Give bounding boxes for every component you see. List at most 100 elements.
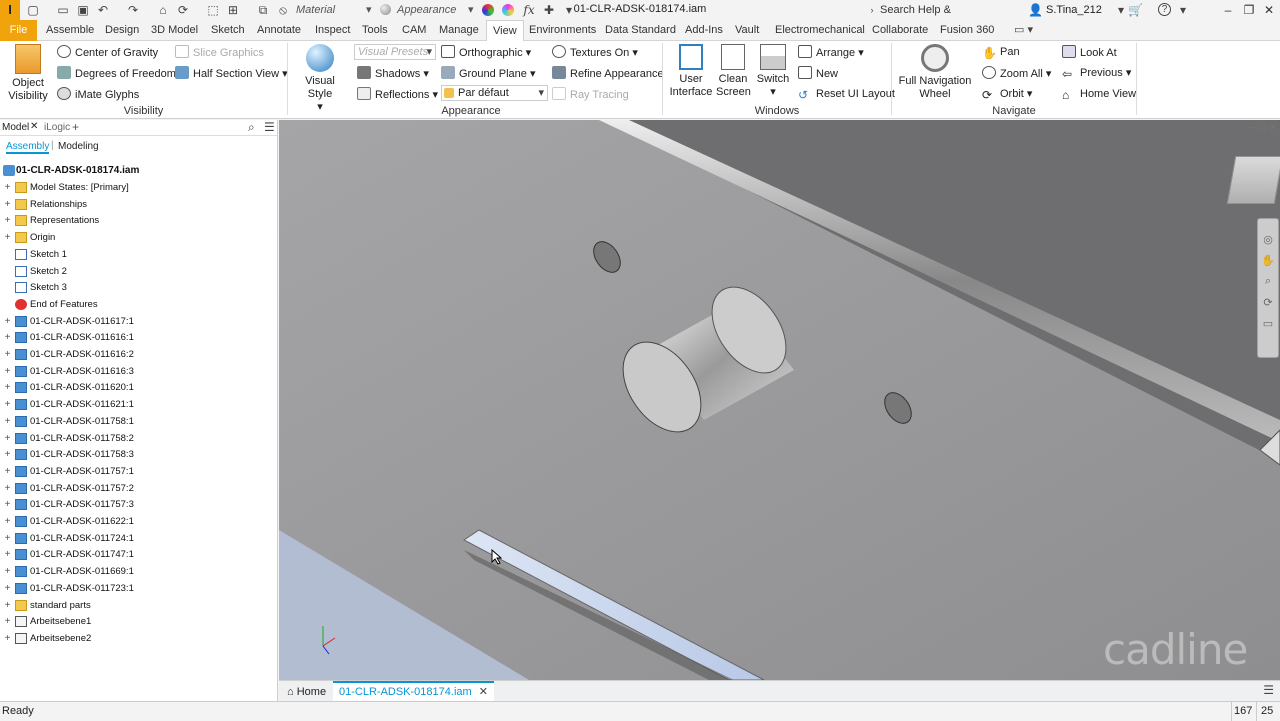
undo-icon[interactable]: ↶ bbox=[96, 3, 110, 17]
close-tab-icon[interactable]: ✕ bbox=[479, 686, 488, 698]
tab-data-standard[interactable]: Data Standard bbox=[599, 20, 682, 41]
expand-icon[interactable]: + bbox=[3, 600, 12, 610]
model-canvas[interactable] bbox=[279, 120, 1280, 680]
expand-icon[interactable]: + bbox=[3, 216, 12, 226]
reset-ui-layout-button[interactable]: ↺ Reset UI Layout bbox=[798, 87, 895, 102]
expand-icon[interactable]: + bbox=[3, 400, 12, 410]
help-menu-chevron-icon[interactable]: ▾ bbox=[1176, 3, 1190, 17]
graphics-viewport[interactable]: ◎ ✋ ⌕ ⟳ ▭ — ▢ ✕ cadline bbox=[279, 120, 1280, 680]
search-icon[interactable]: ⌕ bbox=[248, 120, 255, 135]
redo-icon[interactable]: ↷ bbox=[126, 3, 140, 17]
orbit-button[interactable]: ⟳ Orbit ▾ bbox=[982, 87, 1032, 102]
expand-icon[interactable]: + bbox=[3, 533, 12, 543]
expand-icon[interactable]: + bbox=[3, 233, 12, 243]
qat-more-icon[interactable]: ▾ bbox=[562, 3, 576, 17]
ray-tracing-button[interactable]: Ray Tracing bbox=[552, 87, 629, 102]
tab-ilogic[interactable]: iLogic bbox=[44, 122, 70, 133]
expand-icon[interactable]: + bbox=[3, 567, 12, 577]
tab-annotate[interactable]: Annotate bbox=[251, 20, 307, 41]
expand-icon[interactable]: + bbox=[3, 183, 12, 193]
tab-add-ins[interactable]: Add-Ins bbox=[679, 20, 729, 41]
look-at-button[interactable]: Look At bbox=[1062, 45, 1117, 60]
expand-icon[interactable]: + bbox=[3, 633, 12, 643]
expand-icon[interactable]: + bbox=[3, 466, 12, 476]
material-combo[interactable]: Material ▾ bbox=[296, 2, 374, 18]
tab-environments[interactable]: Environments bbox=[523, 20, 602, 41]
properties-icon[interactable]: ⧉ bbox=[256, 3, 270, 17]
expand-icon[interactable]: + bbox=[3, 517, 12, 527]
expand-icon[interactable]: + bbox=[3, 316, 12, 326]
new-file-icon[interactable]: ▢ bbox=[26, 3, 40, 17]
expand-icon[interactable]: + bbox=[3, 583, 12, 593]
save-icon[interactable]: ▣ bbox=[76, 3, 90, 17]
tab-view[interactable]: View bbox=[486, 20, 524, 42]
expand-icon[interactable]: + bbox=[3, 416, 12, 426]
shadows-button[interactable]: Shadows ▾ bbox=[357, 66, 429, 81]
orbit-icon[interactable]: ⟳ bbox=[1258, 296, 1278, 309]
add-tab-icon[interactable]: + bbox=[72, 120, 79, 134]
navigation-bar[interactable]: ◎ ✋ ⌕ ⟳ ▭ bbox=[1257, 218, 1279, 358]
help-icon[interactable]: ? bbox=[1158, 3, 1171, 16]
view-cube[interactable] bbox=[1226, 156, 1280, 204]
half-section-view-button[interactable]: Half Section View ▾ bbox=[175, 66, 288, 81]
search-commands-input[interactable]: Search Help & Commands... bbox=[866, 2, 1016, 32]
user-name[interactable]: S.Tina_212 bbox=[1046, 2, 1102, 18]
refine-appearance-button[interactable]: Refine Appearance bbox=[552, 66, 664, 81]
tab-list-menu-icon[interactable]: ☰ bbox=[1263, 683, 1274, 697]
tab-3d-model[interactable]: 3D Model bbox=[145, 20, 204, 41]
home-view-button[interactable]: ⌂ Home View bbox=[1062, 87, 1136, 102]
restore-icon[interactable]: ❐ bbox=[1240, 2, 1258, 18]
expand-icon[interactable]: + bbox=[3, 450, 12, 460]
tab-fusion-360[interactable]: Fusion 360 bbox=[934, 20, 1000, 41]
expand-icon[interactable]: + bbox=[3, 383, 12, 393]
tab-design[interactable]: Design bbox=[99, 20, 145, 41]
expand-icon[interactable]: + bbox=[3, 500, 12, 510]
tab-manage[interactable]: Manage bbox=[433, 20, 485, 41]
close-icon[interactable]: ✕ bbox=[1260, 2, 1278, 18]
update-icon[interactable]: ⟳ bbox=[176, 3, 190, 17]
expand-icon[interactable]: + bbox=[3, 350, 12, 360]
tab-electromechanical[interactable]: Electromechanical bbox=[769, 20, 871, 41]
active-document-tab[interactable]: 01-CLR-ADSK-018174.iam ✕ bbox=[333, 681, 494, 702]
fx-icon[interactable]: fx bbox=[522, 3, 536, 17]
tab-collaborate[interactable]: Collaborate bbox=[866, 20, 934, 41]
zoom-all-button[interactable]: Zoom All ▾ bbox=[982, 66, 1051, 81]
ground-plane-button[interactable]: Ground Plane ▾ bbox=[441, 66, 535, 81]
lighting-style-combo[interactable]: Par défaut ▾ bbox=[441, 85, 548, 101]
tab-model[interactable]: Model bbox=[2, 122, 29, 133]
pan-button[interactable]: ✋ Pan bbox=[982, 45, 1020, 60]
full-navigation-wheel-button[interactable]: Full Navigation Wheel bbox=[896, 44, 974, 101]
tab-file[interactable]: File bbox=[0, 20, 37, 41]
degrees-of-freedom-button[interactable]: Degrees of Freedom bbox=[57, 66, 176, 81]
tab-cam[interactable]: CAM bbox=[396, 20, 432, 41]
adjust-appearance-icon[interactable] bbox=[502, 4, 514, 16]
pan-hand-icon[interactable]: ✋ bbox=[1258, 254, 1278, 267]
object-visibility-button[interactable]: Object Visibility bbox=[6, 44, 50, 103]
user-menu-chevron-icon[interactable]: ▾ bbox=[1114, 3, 1128, 17]
nav-wheel-icon[interactable]: ◎ bbox=[1258, 233, 1278, 246]
tab-modeling[interactable]: Modeling bbox=[58, 141, 99, 152]
add-icon[interactable]: ✚ bbox=[542, 3, 556, 17]
tab-vault[interactable]: Vault bbox=[729, 20, 765, 41]
expand-icon[interactable]: + bbox=[3, 333, 12, 343]
reflections-button[interactable]: Reflections ▾ bbox=[357, 87, 438, 102]
tab-sketch[interactable]: Sketch bbox=[205, 20, 251, 41]
tab-tools[interactable]: Tools bbox=[356, 20, 394, 41]
color-wheel-icon[interactable] bbox=[482, 4, 494, 16]
expand-icon[interactable]: + bbox=[3, 433, 12, 443]
measure-icon[interactable]: ⊞ bbox=[226, 3, 240, 17]
visual-style-button[interactable]: Visual Style ▾ bbox=[292, 44, 348, 114]
tab-inspect[interactable]: Inspect bbox=[309, 20, 356, 41]
arrange-button[interactable]: Arrange ▾ bbox=[798, 45, 864, 60]
center-of-gravity-button[interactable]: Center of Gravity bbox=[57, 45, 158, 60]
expand-icon[interactable]: + bbox=[3, 366, 12, 376]
tab-assembly[interactable]: Assembly bbox=[6, 141, 50, 154]
textures-on-button[interactable]: Textures On ▾ bbox=[552, 45, 638, 60]
expand-icon[interactable]: + bbox=[3, 617, 12, 627]
appearance-combo[interactable]: Appearance ▾ bbox=[380, 2, 478, 18]
cart-icon[interactable]: 🛒 bbox=[1128, 3, 1143, 17]
expand-icon[interactable]: + bbox=[3, 550, 12, 560]
home-tab[interactable]: ⌂ Home bbox=[283, 683, 330, 701]
hamburger-menu-icon[interactable]: ☰ bbox=[264, 120, 275, 134]
zoom-icon[interactable]: ⌕ bbox=[1258, 275, 1278, 288]
